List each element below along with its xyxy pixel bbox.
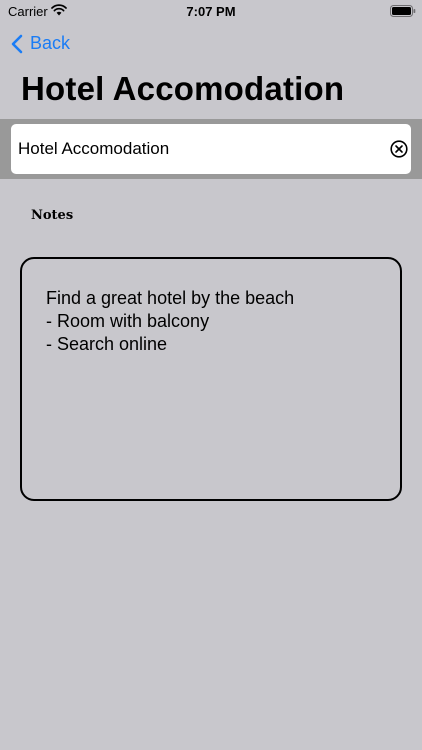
page-title: Hotel Accomodation <box>21 70 345 107</box>
title-field <box>11 124 411 174</box>
back-button-label: Back <box>30 33 71 53</box>
navigation-bar: Back <box>0 26 422 60</box>
status-bar: Carrier 7:07 PM <box>0 0 422 24</box>
notes-line: Find a great hotel by the beach <box>46 288 295 308</box>
chevron-left-icon <box>11 34 23 53</box>
title-field-container <box>0 119 422 179</box>
battery-icon <box>390 5 416 17</box>
back-button[interactable]: Back <box>10 33 70 54</box>
status-time: 7:07 PM <box>186 4 236 19</box>
notes-content: Find a great hotel by the beach - Room w… <box>46 287 294 356</box>
notes-line: - Room with balcony <box>46 311 210 331</box>
title-input[interactable] <box>18 124 378 174</box>
notes-text-area[interactable]: Find a great hotel by the beach - Room w… <box>20 257 402 501</box>
notes-line: - Search online <box>46 334 168 354</box>
clear-circle-x-icon[interactable] <box>390 140 408 158</box>
notes-label: Notes <box>31 208 74 223</box>
